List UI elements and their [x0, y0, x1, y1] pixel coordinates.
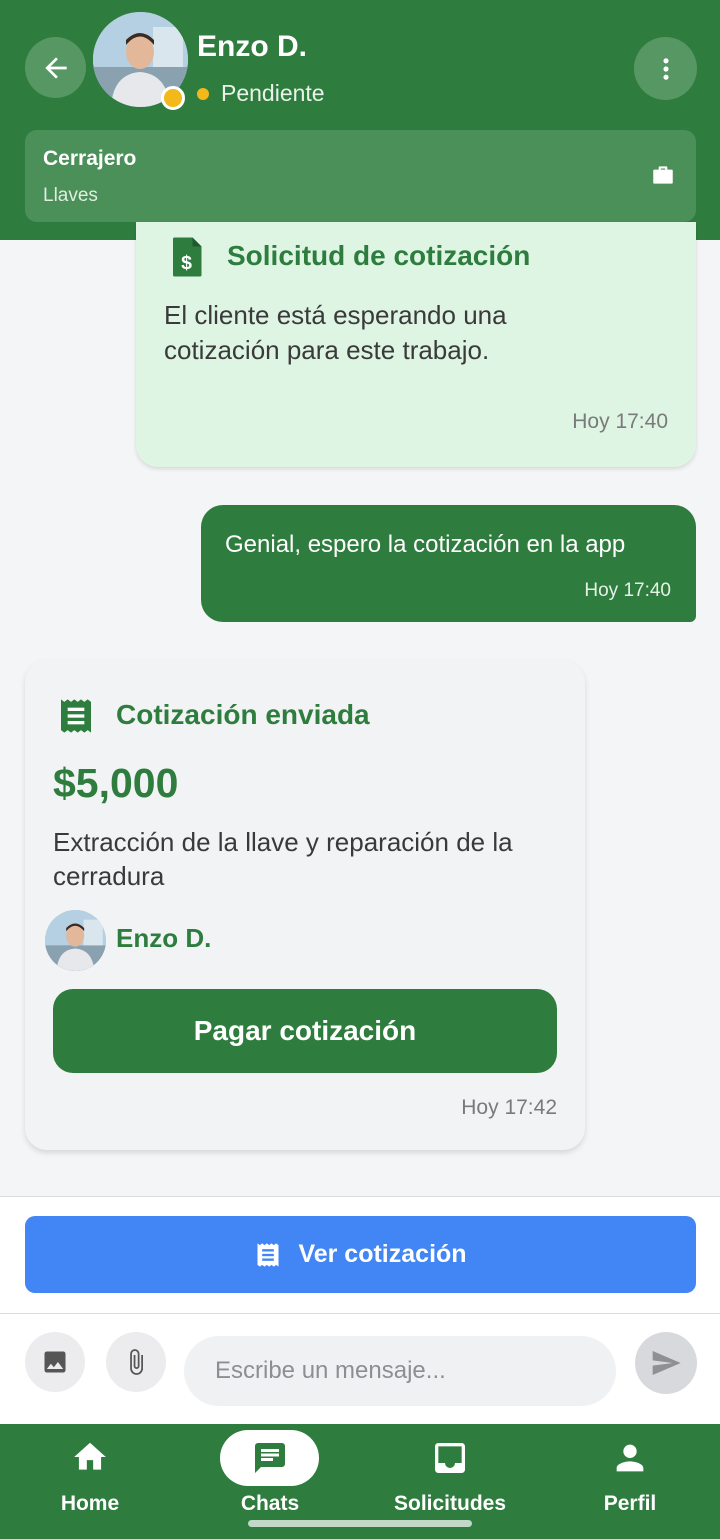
nav-chats-label: Chats: [240, 1492, 300, 1515]
message-input[interactable]: [184, 1336, 616, 1406]
more-vertical-icon: [662, 57, 669, 80]
quote-request-message: $ Solicitud de cotización El cliente est…: [136, 222, 696, 467]
send-button[interactable]: [635, 1332, 697, 1394]
quote-sent-card: Cotización enviada $5,000 Extracción de …: [25, 660, 585, 1150]
action-bar: Ver cotización: [0, 1197, 720, 1313]
view-quote-button[interactable]: Ver cotización: [25, 1216, 696, 1293]
nav-chats-active-indicator: [220, 1430, 319, 1486]
message-text: Genial, espero la cotización en la app: [225, 531, 626, 558]
nav-profile[interactable]: Perfil: [540, 1424, 720, 1539]
request-title: Solicitud de cotización: [227, 240, 531, 271]
job-subtitle: Llaves: [43, 185, 98, 206]
request-body: El cliente está esperando una cotización…: [164, 300, 507, 365]
more-options-button[interactable]: [634, 37, 697, 100]
person-photo: [45, 910, 106, 971]
request-timestamp: Hoy 17:40: [572, 410, 668, 433]
attach-file-button[interactable]: [106, 1332, 166, 1392]
quote-title: Cotización enviada: [116, 699, 370, 730]
status-dot-icon: [197, 87, 209, 100]
briefcase-icon: [653, 166, 673, 184]
image-icon: [44, 1351, 66, 1373]
quote-timestamp: Hoy 17:42: [461, 1096, 557, 1119]
chat-icon: [254, 1443, 285, 1473]
nav-requests-label: Solicitudes: [393, 1492, 507, 1515]
quote-amount: $5,000: [53, 760, 179, 806]
contact-name: Enzo D.: [197, 30, 307, 63]
home-indicator: [248, 1520, 472, 1527]
message-composer: [0, 1314, 720, 1424]
pay-quote-button[interactable]: Pagar cotización: [53, 989, 557, 1073]
status-row: Pendiente: [197, 80, 325, 107]
outgoing-message: Genial, espero la cotización en la app H…: [201, 505, 696, 622]
receipt-icon: [61, 699, 91, 733]
quote-author-avatar: [45, 910, 106, 971]
paperclip-icon: [130, 1349, 143, 1375]
arrow-left-icon: [44, 56, 67, 79]
job-title: Cerrajero: [43, 147, 137, 170]
back-button[interactable]: [25, 37, 86, 98]
nav-home-label: Home: [60, 1492, 120, 1515]
nav-profile-label: Perfil: [603, 1492, 657, 1515]
attach-image-button[interactable]: [25, 1332, 85, 1392]
home-icon: [74, 1442, 106, 1470]
job-info-card[interactable]: Cerrajero Llaves: [25, 130, 696, 222]
send-icon: [652, 1351, 681, 1375]
status-indicator: [161, 86, 185, 110]
svg-text:$: $: [181, 252, 192, 274]
quote-description: Extracción de la llave y reparación de l…: [53, 827, 513, 891]
inbox-icon: [435, 1443, 465, 1473]
quote-author-name: Enzo D.: [116, 923, 212, 953]
status-text: Pendiente: [221, 80, 325, 106]
chat-header: Enzo D. Pendiente Cerrajero Llaves: [0, 0, 720, 240]
nav-home[interactable]: Home: [0, 1424, 180, 1539]
message-timestamp: Hoy 17:40: [584, 580, 671, 601]
view-quote-label: Ver cotización: [298, 1240, 467, 1268]
receipt-icon: [257, 1242, 279, 1267]
person-icon: [616, 1444, 644, 1472]
invoice-dollar-icon: $: [173, 237, 202, 277]
